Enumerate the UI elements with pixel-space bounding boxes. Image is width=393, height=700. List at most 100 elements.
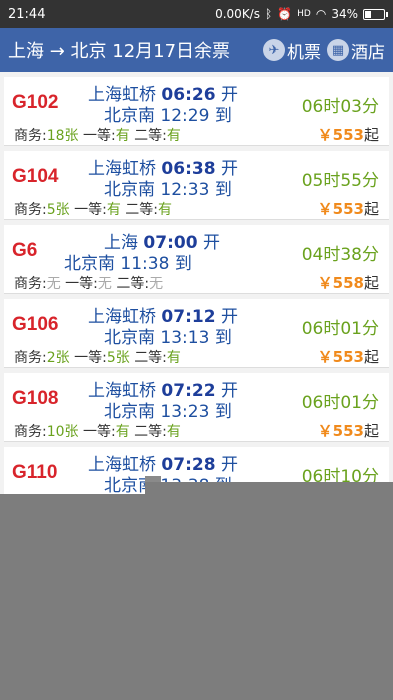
price-value: 553 <box>332 126 364 144</box>
train-list[interactable]: G102 上海虹桥 06:26 开 北京南 12:29 到 06时03分 商务:… <box>0 72 393 494</box>
flight-button[interactable]: ✈ 机票 <box>263 38 321 63</box>
train-card[interactable]: G108 上海虹桥 07:22 开 北京南 13:23 到 06时01分 商务:… <box>4 373 389 442</box>
price-value: 553 <box>332 200 364 218</box>
arrival-time: 12:29 <box>160 106 210 126</box>
arrival-suffix: 到 <box>214 402 232 422</box>
battery-percent: 34% <box>331 7 358 21</box>
price: ￥553起 <box>318 420 379 441</box>
price-suffix: 起 <box>363 348 379 366</box>
trip-duration: 05时55分 <box>301 171 379 191</box>
status-icons: 0.00K/s ᛒ ⏰ HD ◠ 34% <box>215 7 388 21</box>
arrival-time: 11:38 <box>120 254 170 274</box>
gray-overlay <box>0 494 393 700</box>
business-label: 商务: <box>14 350 47 366</box>
second-class-label: 二等: <box>134 128 167 144</box>
price-value: 558 <box>332 274 364 292</box>
arrival-station: 北京南 <box>104 328 155 348</box>
train-card[interactable]: G106 上海虹桥 07:12 开 北京南 13:13 到 06时01分 商务:… <box>4 299 389 368</box>
bluetooth-icon: ᛒ <box>264 7 273 21</box>
arrival-station: 北京南 <box>104 402 155 422</box>
seat-availability: 商务:无 一等:无 二等:无 <box>14 273 163 293</box>
trip-duration: 06时01分 <box>301 393 379 413</box>
business-label: 商务: <box>14 424 47 440</box>
first-class-label: 一等: <box>83 128 116 144</box>
price: ￥553起 <box>318 346 379 367</box>
second-class-label: 二等: <box>134 350 167 366</box>
first-class-seats: 有 <box>106 202 121 218</box>
price: ￥553起 <box>318 198 379 219</box>
price: ￥558起 <box>318 272 379 293</box>
first-class-seats: 有 <box>115 424 130 440</box>
arrival-line: 北京南 12:29 到 <box>104 101 232 126</box>
hotel-button[interactable]: ▦ 酒店 <box>327 38 385 63</box>
train-number: G104 <box>12 166 59 187</box>
business-seats: 无 <box>46 276 61 292</box>
business-label: 商务: <box>14 276 47 292</box>
arrival-line: 北京南 13:23 到 <box>104 397 232 422</box>
seat-availability: 商务:5张 一等:有 二等:有 <box>14 199 172 219</box>
arrival-line: 北京南 11:38 到 <box>64 249 192 274</box>
price-suffix: 起 <box>363 200 379 218</box>
arrival-suffix: 到 <box>214 328 232 348</box>
price-symbol: ￥ <box>317 422 333 440</box>
clock: 21:44 <box>8 6 46 22</box>
arrival-line: 北京南 12:33 到 <box>104 175 232 200</box>
trip-duration: 04时38分 <box>301 245 379 265</box>
first-class-seats: 5张 <box>106 350 130 366</box>
train-number: G106 <box>12 314 59 335</box>
first-class-label: 一等: <box>74 350 107 366</box>
price-symbol: ￥ <box>317 274 333 292</box>
hotel-icon: ▦ <box>327 39 349 61</box>
arrival-suffix: 到 <box>174 254 192 274</box>
train-number: G102 <box>12 92 59 113</box>
second-class-seats: 有 <box>166 424 181 440</box>
battery-fill <box>365 10 371 18</box>
train-number: G110 <box>12 462 58 483</box>
business-seats: 18张 <box>46 128 79 144</box>
price-suffix: 起 <box>363 274 379 292</box>
price-value: 553 <box>332 422 364 440</box>
price-symbol: ￥ <box>317 200 333 218</box>
price-suffix: 起 <box>363 126 379 144</box>
price-suffix: 起 <box>363 422 379 440</box>
airplane-icon: ✈ <box>263 39 285 61</box>
business-label: 商务: <box>14 128 47 144</box>
arrival-station: 北京南 <box>64 254 115 274</box>
train-number: G108 <box>12 388 59 409</box>
business-seats: 2张 <box>46 350 70 366</box>
app-header: 上海 → 北京 12月17日余票 ✈ 机票 ▦ 酒店 <box>0 28 393 72</box>
arrival-suffix: 到 <box>214 106 232 126</box>
seat-availability: 商务:10张 一等:有 二等:有 <box>14 421 181 441</box>
flight-label: 机票 <box>287 42 321 63</box>
first-class-label: 一等: <box>65 276 98 292</box>
first-class-label: 一等: <box>83 424 116 440</box>
business-seats: 10张 <box>46 424 79 440</box>
hd-icon: HD <box>297 9 311 19</box>
train-card[interactable]: G102 上海虹桥 06:26 开 北京南 12:29 到 06时03分 商务:… <box>4 77 389 146</box>
page-title: 上海 → 北京 12月17日余票 <box>8 41 231 62</box>
arrival-station: 北京南 <box>104 106 155 126</box>
business-label: 商务: <box>14 202 47 218</box>
alarm-icon: ⏰ <box>277 7 293 21</box>
trip-duration: 06时01分 <box>301 319 379 339</box>
wifi-icon: ◠ <box>315 7 327 21</box>
arrival-time: 12:33 <box>160 180 210 200</box>
price: ￥553起 <box>318 124 379 145</box>
arrival-line: 北京南 13:13 到 <box>104 323 232 348</box>
trip-duration: 06时03分 <box>301 97 379 117</box>
status-bar: 21:44 0.00K/s ᛒ ⏰ HD ◠ 34% <box>0 0 393 28</box>
second-class-seats: 有 <box>166 128 181 144</box>
train-card[interactable]: G104 上海虹桥 06:38 开 北京南 12:33 到 05时55分 商务:… <box>4 151 389 220</box>
train-card[interactable]: G6 上海 07:00 开 北京南 11:38 到 04时38分 商务:无 一等… <box>4 225 389 294</box>
business-seats: 5张 <box>46 202 70 218</box>
second-class-seats: 有 <box>157 202 172 218</box>
price-value: 553 <box>332 348 364 366</box>
hotel-label: 酒店 <box>351 42 385 63</box>
seat-availability: 商务:18张 一等:有 二等:有 <box>14 125 181 145</box>
second-class-label: 二等: <box>134 424 167 440</box>
train-number: G6 <box>12 240 38 261</box>
price-symbol: ￥ <box>317 126 333 144</box>
price-symbol: ￥ <box>317 348 333 366</box>
arrival-time: 13:13 <box>160 328 210 348</box>
arrival-time: 13:23 <box>160 402 210 422</box>
